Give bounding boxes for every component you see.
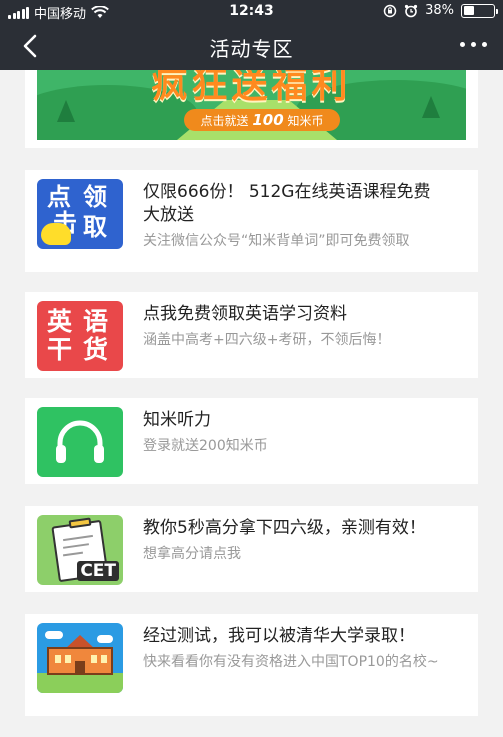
item-title: 仅限666份！ 512G在线英语课程免费大放送 xyxy=(143,182,431,225)
item-subtitle: 关注微信公众号“知米背单词”即可免费领取 xyxy=(143,233,410,249)
icon-char: 干 xyxy=(47,335,73,364)
battery-icon xyxy=(461,3,498,18)
item-subtitle: 登录就送200知米币 xyxy=(143,438,268,454)
icon-char: 语 xyxy=(83,307,109,336)
headphones-icon xyxy=(37,407,123,477)
school-building-icon xyxy=(37,623,123,693)
battery-percent: 38% xyxy=(425,3,454,18)
icon-char: 英 xyxy=(47,307,73,336)
rotation-lock-icon xyxy=(383,4,397,17)
item-subtitle: 涵盖中高考+四六级+考研，不领后悔！ xyxy=(143,332,391,348)
alarm-icon xyxy=(404,4,418,17)
finger-icon xyxy=(41,223,71,245)
promo-banner-card[interactable]: 疯狂送福利 点击就送 100 知米币 xyxy=(25,70,478,148)
list-item-zhimi-listening[interactable]: 知米听力 登录就送200知米币 xyxy=(25,398,478,484)
pill-number: 100 xyxy=(252,111,284,129)
page-title: 活动专区 xyxy=(209,37,294,61)
icon-char: 货 xyxy=(83,335,109,364)
item-title: 点我免费领取英语学习资料 xyxy=(143,304,347,324)
status-bar: 中国移动 12:43 38% xyxy=(0,0,503,22)
promo-banner[interactable]: 疯狂送福利 点击就送 100 知米币 xyxy=(37,70,466,140)
cet-label: CET xyxy=(77,561,119,581)
item-subtitle: 想拿高分请点我 xyxy=(143,546,241,562)
item-title: 教你5秒高分拿下四六级，亲测有效！ xyxy=(143,518,426,538)
pill-suffix: 知米币 xyxy=(287,114,324,128)
icon-char: 取 xyxy=(83,213,107,241)
pill-prefix: 点击就送 xyxy=(200,114,249,128)
activity-list: 疯狂送福利 点击就送 100 知米币 点 领 击 取 仅限666份！ 512G在… xyxy=(0,70,503,737)
click-to-claim-icon: 点 领 击 取 xyxy=(37,179,123,249)
nav-bar: 活动专区 xyxy=(0,22,503,70)
icon-char: 领 xyxy=(83,183,107,211)
list-item-english-course[interactable]: 点 领 击 取 仅限666份！ 512G在线英语课程免费大放送 关注微信公众号“… xyxy=(25,170,478,272)
list-item-university-test[interactable]: 经过测试，我可以被清华大学录取！ 快来看看你有没有资格进入中国TOP10的名校~ xyxy=(25,614,478,716)
english-resources-icon: 英 语 干 货 xyxy=(37,301,123,371)
list-item-english-materials[interactable]: 英 语 干 货 点我免费领取英语学习资料 涵盖中高考+四六级+考研，不领后悔！ xyxy=(25,292,478,378)
list-item-cet-tips[interactable]: CET 教你5秒高分拿下四六级，亲测有效！ 想拿高分请点我 xyxy=(25,506,478,592)
icon-char: 点 xyxy=(47,183,71,211)
banner-headline: 疯狂送福利 xyxy=(151,70,352,106)
item-subtitle: 快来看看你有没有资格进入中国TOP10的名校~ xyxy=(143,654,439,670)
banner-claim-button[interactable]: 点击就送 100 知米币 xyxy=(184,109,340,131)
cet-exam-icon: CET xyxy=(37,515,123,585)
more-options-icon[interactable] xyxy=(460,42,487,47)
status-right: 38% xyxy=(383,3,498,18)
item-title: 知米听力 xyxy=(143,410,211,430)
item-title: 经过测试，我可以被清华大学录取！ xyxy=(143,626,415,646)
